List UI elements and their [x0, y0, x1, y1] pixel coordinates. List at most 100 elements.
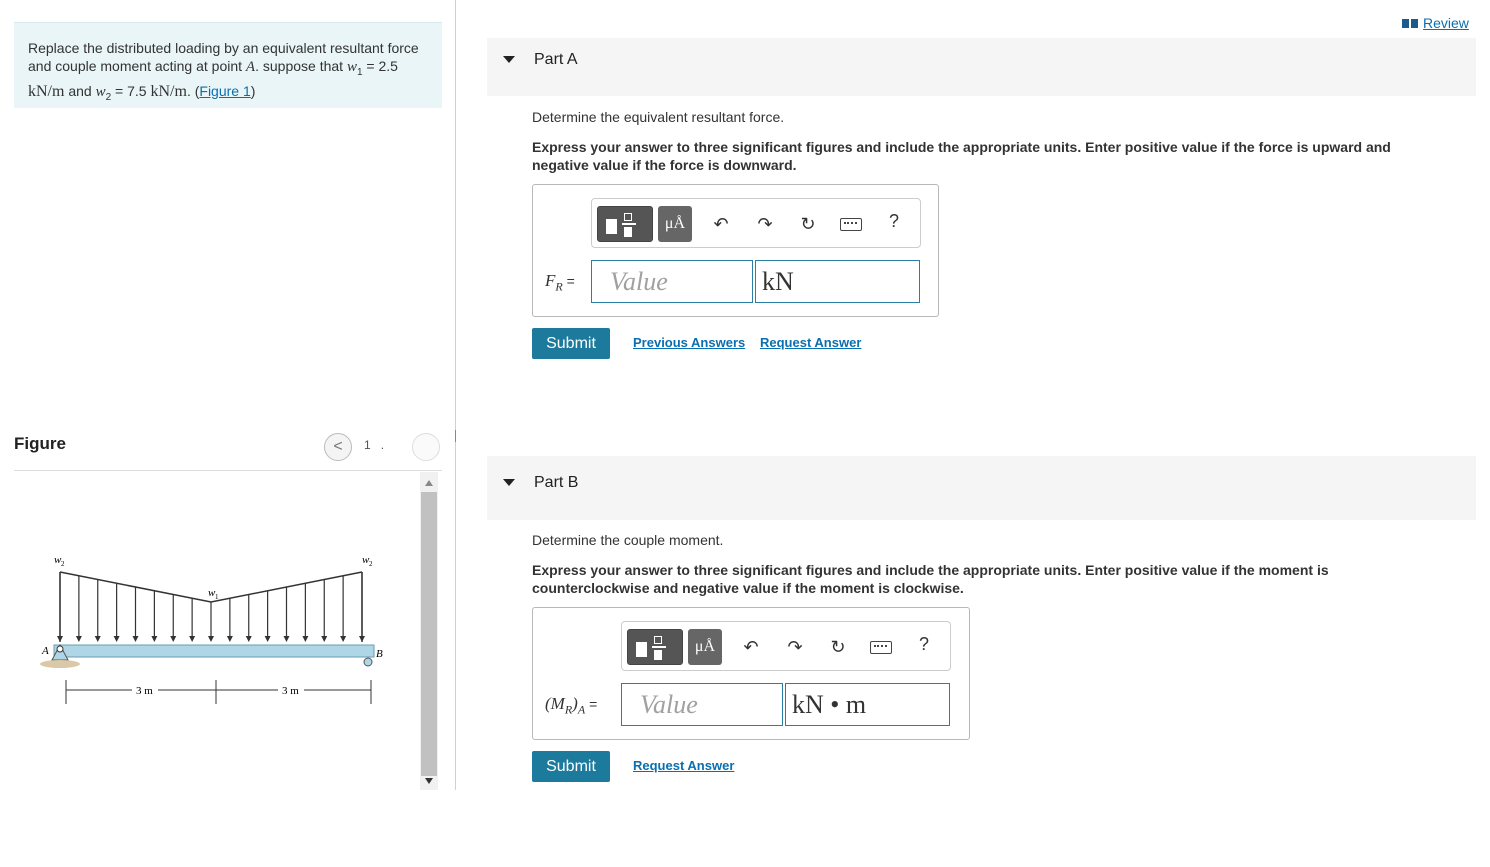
load-arrow-head: [245, 636, 252, 642]
problem-text-4: ): [250, 82, 256, 99]
label-w1-sub: 1: [215, 593, 219, 601]
part-b-title: Part B: [534, 474, 579, 491]
problem-text-3: . (: [186, 82, 200, 99]
roller-b: [363, 657, 373, 667]
template-square: [606, 219, 617, 234]
w2-unit: kN/m: [150, 82, 187, 100]
redo-icon[interactable]: ↷: [754, 213, 776, 235]
beam: [53, 644, 375, 658]
var-m-open: (M: [545, 694, 565, 713]
label-w2-right-sub: 2: [369, 560, 373, 568]
units-icon[interactable]: μÅ: [658, 206, 692, 242]
part-a-toolbar: μÅ ↶ ↷ ↻ ?: [591, 198, 921, 248]
part-a-value-input[interactable]: [591, 260, 753, 303]
figure-title: Figure: [14, 434, 66, 453]
column-divider: [455, 0, 456, 790]
problem-text-2: . suppose that: [255, 58, 347, 74]
part-b-header[interactable]: Part B: [487, 456, 1476, 520]
keyboard-icon[interactable]: [840, 218, 862, 231]
template-frame: [654, 636, 662, 644]
part-b-request-answer-link[interactable]: Request Answer: [633, 758, 734, 773]
review-link[interactable]: Review: [1402, 15, 1469, 31]
chevron-right-icon[interactable]: [412, 433, 440, 461]
and-text: and: [64, 82, 96, 99]
part-a-question: Determine the equivalent resultant force…: [532, 109, 785, 125]
page-sep: .: [380, 438, 385, 452]
template-bar: [622, 223, 636, 225]
w1-unit: kN/m: [28, 82, 65, 100]
load-arrow-head: [57, 636, 63, 642]
templates-icon[interactable]: [627, 629, 683, 665]
help-icon[interactable]: ?: [889, 211, 899, 232]
previous-answers-link[interactable]: Previous Answers: [633, 335, 745, 350]
part-b-unit-input[interactable]: [785, 683, 950, 726]
var-r-sub: R: [555, 279, 563, 294]
part-a-unit-input[interactable]: [755, 260, 920, 303]
units-glyph: μÅ: [664, 215, 686, 232]
redo-icon[interactable]: ↷: [784, 636, 806, 658]
load-arrow-head: [75, 636, 82, 642]
figure-scrollbar[interactable]: [420, 472, 438, 790]
load-arrow-head: [340, 636, 347, 642]
part-a-answer-box: μÅ ↶ ↷ ↻ ? FR =: [532, 184, 939, 317]
problem-statement: Replace the distributed loading by an eq…: [14, 22, 442, 108]
keyboard-icon[interactable]: [870, 641, 892, 654]
w1-symbol: w: [346, 59, 357, 75]
ground-a: [40, 660, 80, 668]
load-arrows: [57, 572, 365, 642]
part-a-header[interactable]: Part A: [487, 38, 1476, 96]
w2-equals: = 7.5: [111, 82, 151, 99]
scroll-thumb[interactable]: [421, 492, 437, 776]
part-b-toolbar: μÅ ↶ ↷ ↻ ?: [621, 621, 951, 671]
figure-page-indicator: 1 .: [364, 438, 384, 452]
load-arrow-head: [113, 636, 120, 642]
caret-down-icon[interactable]: [503, 56, 515, 63]
figure-divider: [14, 470, 442, 471]
figure-link[interactable]: Figure 1: [199, 83, 250, 99]
pin-a: [56, 645, 64, 653]
part-b-answer-box: μÅ ↶ ↷ ↻ ? (MR)A =: [532, 607, 970, 740]
scroll-down-icon[interactable]: [425, 778, 433, 784]
reset-icon[interactable]: ↻: [797, 213, 819, 235]
template-frame: [624, 213, 632, 221]
part-b-submit-button[interactable]: Submit: [532, 751, 610, 782]
help-icon[interactable]: ?: [919, 634, 929, 655]
template-bar: [652, 646, 666, 648]
w2-symbol: w: [95, 83, 106, 100]
w1-equals: = 2.5: [362, 58, 398, 74]
template-base: [624, 227, 632, 237]
templates-icon[interactable]: [597, 206, 653, 242]
part-b-question: Determine the couple moment.: [532, 532, 724, 548]
part-a-submit-button[interactable]: Submit: [532, 328, 610, 359]
figure-image: w 2 w 1 w 2 A B 3 m 3 m: [14, 472, 418, 790]
part-b-value-input[interactable]: [621, 683, 783, 726]
load-arrow-head: [321, 636, 328, 642]
load-arrow-head: [283, 636, 290, 642]
chevron-left-icon[interactable]: <: [324, 433, 352, 461]
column-divider-tick: [455, 430, 456, 442]
undo-icon[interactable]: ↶: [740, 636, 762, 658]
units-icon[interactable]: μÅ: [688, 629, 722, 665]
var-equals: =: [585, 696, 598, 712]
load-arrow-head: [151, 636, 158, 642]
load-arrow-head: [189, 636, 196, 642]
reset-icon[interactable]: ↻: [827, 636, 849, 658]
caret-down-icon[interactable]: [503, 479, 515, 486]
part-a-variable: FR =: [545, 271, 575, 294]
undo-icon[interactable]: ↶: [710, 213, 732, 235]
load-arrow-head: [302, 636, 309, 642]
prev-glyph: <: [333, 438, 343, 455]
template-base: [654, 650, 662, 660]
load-arrow-head: [226, 636, 233, 642]
var-f: F: [545, 271, 556, 290]
part-a-request-answer-link[interactable]: Request Answer: [760, 335, 861, 350]
load-arrow-head: [170, 636, 177, 642]
scroll-up-icon[interactable]: [425, 480, 433, 486]
load-arrow-head: [94, 636, 101, 642]
book-icon: [1402, 18, 1418, 28]
beam-diagram: w 2 w 1 w 2 A B 3 m 3 m: [40, 554, 383, 704]
label-dim2: 3 m: [282, 685, 299, 697]
load-arrow-head: [132, 636, 139, 642]
label-w2-left-sub: 2: [61, 560, 65, 568]
part-b-variable: (MR)A =: [545, 694, 597, 717]
